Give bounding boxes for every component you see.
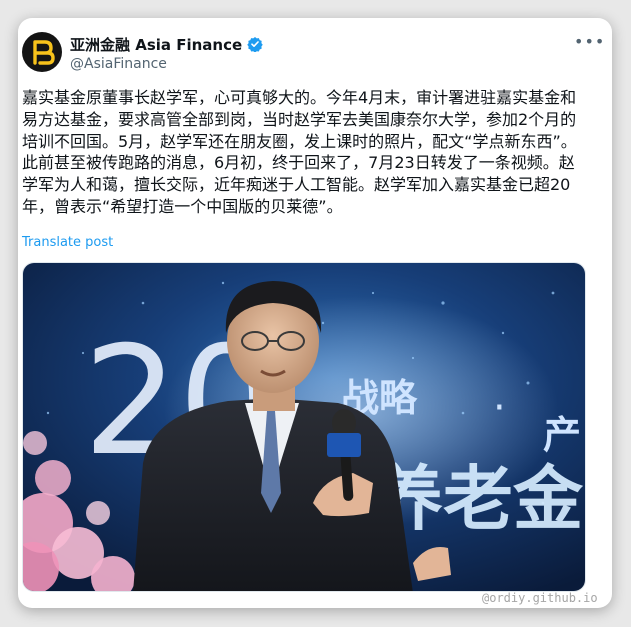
- post-card: 亚洲金融 Asia Finance @AsiaFinance ••• 嘉实基金原…: [18, 18, 612, 608]
- post-photo[interactable]: 20 战略 · 产 养老金: [22, 262, 586, 592]
- avatar[interactable]: [22, 32, 62, 72]
- author-handle[interactable]: @AsiaFinance: [70, 56, 167, 72]
- backdrop-slogan-dot: ·: [493, 385, 506, 431]
- speaker-photo: 20 战略 · 产 养老金: [23, 263, 585, 591]
- post-text: 嘉实基金原董事长赵学军，心可真够大的。今年4月末，审计署进驻嘉实基金和易方达基金…: [22, 88, 577, 216]
- backdrop-big-text: 养老金: [373, 458, 584, 540]
- verified-badge-icon: [247, 37, 263, 52]
- more-options-icon[interactable]: •••: [574, 32, 604, 52]
- author-name-row: 亚洲金融 Asia Finance: [70, 34, 263, 54]
- display-name[interactable]: 亚洲金融 Asia Finance: [70, 34, 242, 55]
- backdrop-slogan-right: 产: [543, 413, 581, 457]
- translate-post-link[interactable]: Translate post: [22, 235, 113, 250]
- asia-finance-logo-icon: [33, 40, 55, 65]
- post-header: 亚洲金融 Asia Finance @AsiaFinance •••: [18, 18, 612, 88]
- watermark: @ordiy.github.io: [482, 591, 598, 605]
